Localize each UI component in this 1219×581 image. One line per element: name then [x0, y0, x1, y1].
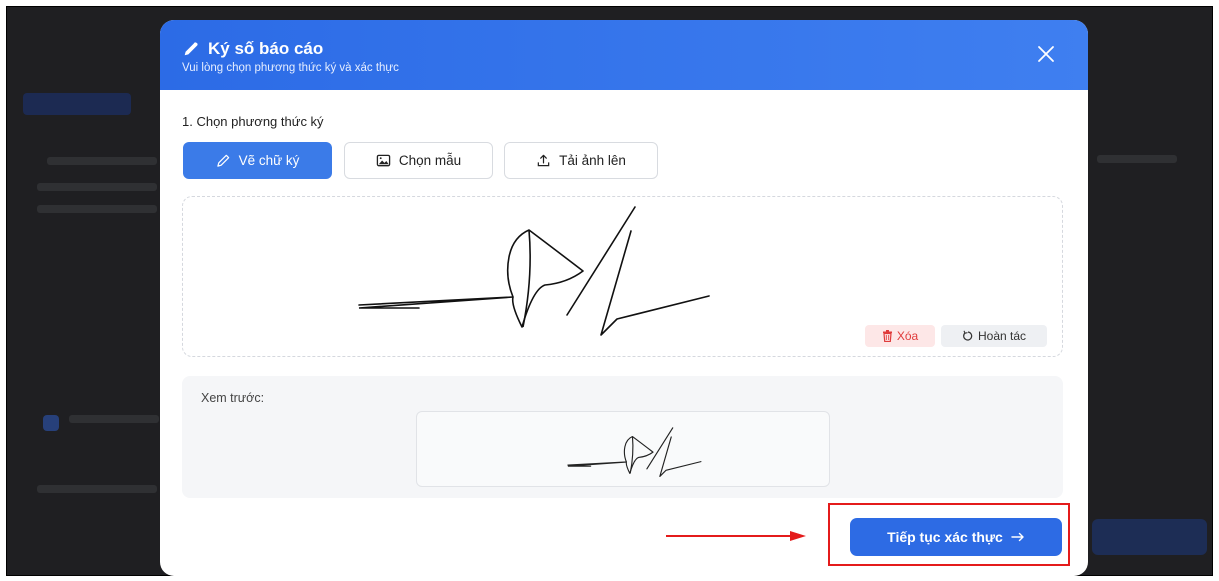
choose-template-label: Chọn mẫu [398, 153, 462, 168]
background-text-line [37, 485, 157, 493]
background-text-line [37, 183, 157, 191]
background-text-line [69, 415, 159, 423]
signature-preview [416, 411, 830, 487]
sign-report-modal: Ký số báo cáo Vui lòng chọn phương thức … [160, 20, 1088, 576]
signature-canvas[interactable]: Xóa Hoàn tác [182, 196, 1063, 357]
image-icon [376, 154, 391, 167]
annotation-arrow [666, 531, 806, 541]
continue-verification-button[interactable]: Tiếp tục xác thực [850, 518, 1062, 556]
modal-subtitle: Vui lòng chọn phương thức ký và xác thực [182, 62, 399, 74]
background-text-line [37, 205, 157, 213]
upload-image-button[interactable]: Tải ảnh lên [504, 142, 658, 179]
section-label: 1. Chọn phương thức ký [182, 114, 324, 129]
close-icon[interactable] [1034, 42, 1058, 66]
choose-template-button[interactable]: Chọn mẫu [344, 142, 493, 179]
continue-label: Tiếp tục xác thực [887, 529, 1003, 545]
undo-icon [963, 330, 973, 341]
undo-button[interactable]: Hoàn tác [941, 325, 1047, 347]
background-checkbox [43, 415, 59, 431]
signature-preview-drawing [567, 427, 702, 478]
draw-signature-button[interactable]: Vẽ chữ ký [183, 142, 332, 179]
modal-title-text: Ký số báo cáo [208, 39, 324, 58]
background-text-line [1097, 155, 1177, 163]
preview-label: Xem trước: [201, 391, 265, 405]
pencil-icon [216, 154, 229, 167]
background-text-line [47, 157, 157, 165]
delete-signature-button[interactable]: Xóa [865, 325, 935, 347]
undo-label: Hoàn tác [977, 329, 1027, 343]
delete-label: Xóa [896, 329, 919, 343]
arrow-right-icon [1011, 532, 1024, 542]
background-button [1092, 519, 1207, 555]
upload-icon [537, 154, 550, 167]
background-badge [23, 93, 131, 115]
feather-pen-icon [184, 42, 198, 56]
modal-header: Ký số báo cáo Vui lòng chọn phương thức … [160, 20, 1088, 90]
modal-title: Ký số báo cáo [182, 39, 323, 59]
trash-icon [882, 330, 892, 342]
draw-signature-label: Vẽ chữ ký [238, 153, 300, 168]
upload-image-label: Tải ảnh lên [559, 153, 626, 168]
preview-panel: Xem trước: [182, 376, 1063, 498]
